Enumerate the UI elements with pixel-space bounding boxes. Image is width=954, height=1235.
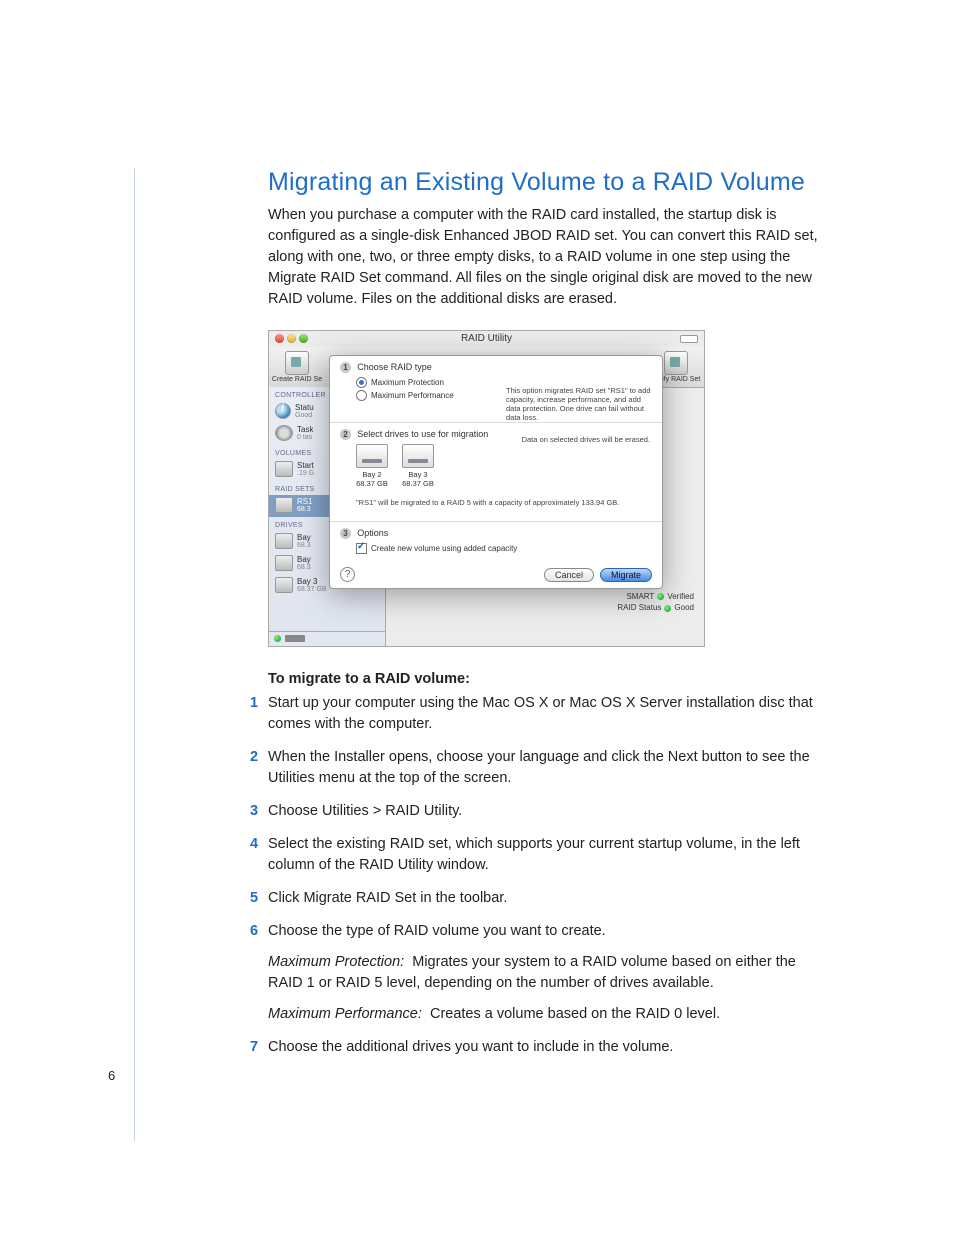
- status-meter-icon: [285, 635, 305, 642]
- step-item: 4Select the existing RAID set, which sup…: [268, 834, 834, 876]
- step-3-title: Options: [357, 528, 388, 538]
- step-item: 2When the Installer opens, choose your l…: [268, 747, 834, 789]
- status-dot-icon: [664, 605, 671, 612]
- migrate-button[interactable]: Migrate: [600, 568, 652, 582]
- drive-choice-bay3[interactable]: Bay 3 68.37 GB: [402, 444, 434, 488]
- raid-set-icon: [275, 497, 293, 513]
- status-dot-icon: [657, 593, 664, 600]
- checkbox-icon: [356, 543, 367, 554]
- run-in-term: Maximum Performance:: [268, 1006, 422, 1022]
- step-number-1: 1: [340, 362, 351, 373]
- drive-icon: [402, 444, 434, 468]
- gear-icon: [275, 425, 293, 441]
- step-item: 6Choose the type of RAID volume you want…: [268, 921, 834, 1025]
- raid-set-icon: [285, 351, 309, 375]
- section-title: Migrating an Existing Volume to a RAID V…: [268, 168, 834, 197]
- status-dot-icon: [274, 635, 281, 642]
- help-button[interactable]: ?: [340, 567, 355, 582]
- step-1-title: Choose RAID type: [357, 362, 432, 372]
- drive-icon: [275, 555, 293, 571]
- drive-choice-bay2[interactable]: Bay 2 68.37 GB: [356, 444, 388, 488]
- info-icon: [275, 403, 291, 419]
- migration-result-note: "RS1" will be migrated to a RAID 5 with …: [356, 498, 652, 507]
- procedure-steps: 1Start up your computer using the Mac OS…: [268, 693, 834, 1058]
- drive-icon: [275, 533, 293, 549]
- checkbox-new-volume[interactable]: Create new volume using added capacity: [356, 543, 652, 554]
- intro-paragraph: When you purchase a computer with the RA…: [268, 205, 834, 310]
- step-item: 3Choose Utilities > RAID Utility.: [268, 801, 834, 822]
- margin-rule: [134, 168, 135, 1141]
- window-title: RAID Utility: [269, 333, 704, 344]
- radio-icon: [356, 390, 367, 401]
- drive-icon: [275, 577, 293, 593]
- procedure-heading: To migrate to a RAID volume:: [268, 671, 834, 687]
- option-description: This option migrates RAID set "RS1" to a…: [506, 386, 654, 422]
- toolbar-toggle-icon: [680, 335, 698, 343]
- cancel-button[interactable]: Cancel: [544, 568, 594, 582]
- step-2-title: Select drives to use for migration: [357, 429, 488, 439]
- step-item: 5Click Migrate RAID Set in the toolbar.: [268, 888, 834, 909]
- step-item: 1Start up your computer using the Mac OS…: [268, 693, 834, 735]
- step-number-2: 2: [340, 429, 351, 440]
- drive-icon: [356, 444, 388, 468]
- step-item: 7Choose the additional drives you want t…: [268, 1037, 834, 1058]
- verify-icon: [664, 351, 688, 375]
- tool-label: Create RAID Se: [272, 376, 322, 383]
- document-page: Migrating an Existing Volume to a RAID V…: [0, 0, 954, 1235]
- drive-status-panel: SMARTVerified RAID StatusGood: [617, 591, 694, 613]
- erase-warning: Data on selected drives will be erased.: [522, 435, 650, 444]
- step-number-3: 3: [340, 528, 351, 539]
- radio-icon: [356, 377, 367, 388]
- page-number: 6: [108, 1068, 115, 1083]
- create-raid-set-button[interactable]: Create RAID Se: [269, 351, 325, 383]
- volume-icon: [275, 461, 293, 477]
- migrate-sheet: 1 Choose RAID type Maximum Protection Ma…: [329, 355, 663, 589]
- raid-utility-screenshot: RAID Utility Create RAID Se Verify RAID …: [268, 330, 705, 647]
- run-in-term: Maximum Protection:: [268, 954, 404, 970]
- status-bar: [269, 631, 385, 646]
